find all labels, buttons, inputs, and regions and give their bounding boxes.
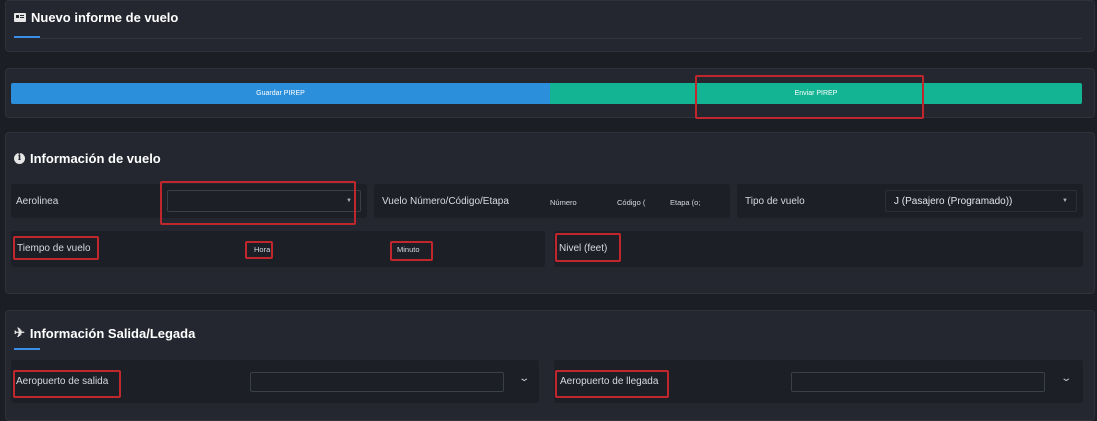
flight-info-title: i Información de vuelo [14,151,161,166]
flight-leg-input[interactable]: Etapa (o; [670,198,700,207]
airline-label: Aerolinea [16,196,59,207]
minute-input[interactable]: Minuto [397,245,420,254]
flight-type-select[interactable]: J (Pasajero (Programado)) ▼ [885,190,1077,212]
departure-airport-input[interactable] [250,372,504,392]
actions-card: Guardar PIREP Enviar PIREP [5,68,1095,118]
arrival-label: Aeropuerto de llegada [560,376,659,387]
title-underline [14,348,40,350]
flight-number-panel: Vuelo Número/Código/Etapa Número Código … [374,184,730,218]
level-panel: Nivel (feet) [554,231,1083,267]
divider [40,38,1082,39]
route-info-title-text: Información Salida/Legada [29,325,196,341]
flight-type-value: J (Pasajero (Programado)) [894,195,1013,207]
route-info-title: ✈ Información Salida/Legada [14,325,195,341]
flight-type-panel: Tipo de vuelo J (Pasajero (Programado)) … [737,184,1083,218]
flight-time-label: Tiempo de vuelo [17,243,91,254]
caret-down-icon: ▼ [346,198,352,204]
level-input[interactable]: Nivel (feet) [559,243,607,254]
departure-panel: Aeropuerto de salida ⌄ [11,360,539,403]
departure-plane-icon: ✈ [14,325,25,340]
flight-info-card: i Información de vuelo Aerolinea ▼ Vuelo… [5,132,1095,294]
title-underline [14,36,40,38]
flight-type-label: Tipo de vuelo [745,196,805,207]
plane-card-icon [14,13,26,22]
hour-input[interactable]: Hora [254,245,270,254]
flight-number-input[interactable]: Número [550,198,577,207]
flight-info-title-text: Información de vuelo [30,151,161,166]
airline-panel: Aerolinea ▼ [11,184,367,218]
send-pirep-button[interactable]: Enviar PIREP [550,83,1082,104]
flight-code-input[interactable]: Código ( [617,198,645,207]
chevron-down-icon[interactable]: ⌄ [1060,373,1072,384]
route-info-card: ✈ Información Salida/Legada Aeropuerto d… [5,310,1095,421]
save-pirep-button[interactable]: Guardar PIREP [11,83,550,104]
page-title-text: Nuevo informe de vuelo [31,10,179,25]
new-report-header-card: Nuevo informe de vuelo [5,0,1095,52]
flight-time-panel: Tiempo de vuelo Hora Minuto [11,231,545,267]
flight-number-label: Vuelo Número/Código/Etapa [382,196,509,207]
page-title: Nuevo informe de vuelo [14,10,178,25]
caret-down-icon: ▼ [1062,198,1068,204]
arrival-panel: Aeropuerto de llegada ⌄ [554,360,1083,403]
chevron-down-icon[interactable]: ⌄ [518,373,530,384]
departure-label: Aeropuerto de salida [16,376,109,387]
airline-select[interactable]: ▼ [167,190,361,212]
arrival-airport-input[interactable] [791,372,1045,392]
info-icon: i [14,153,25,164]
